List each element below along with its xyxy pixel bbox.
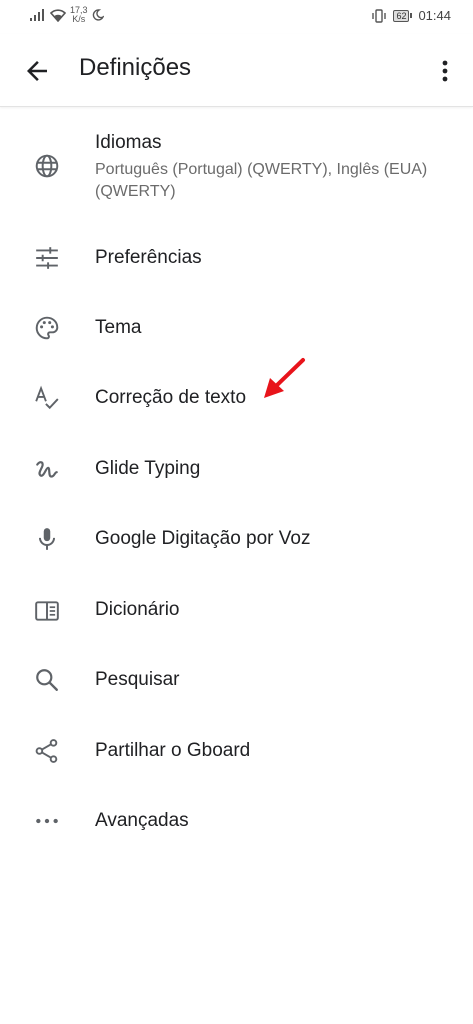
speed-unit: K/s [72,14,86,24]
tune-icon [36,247,58,269]
battery-indicator: 62 [393,9,413,22]
status-bar: 17,3 K/s 62 01:44 [0,0,473,34]
app-bar: Definições [0,34,473,107]
gesture-icon [36,461,58,478]
mic-icon [38,528,56,550]
vibrate-icon [372,8,387,23]
settings-list: Idiomas Português (Portugal) (QWERTY), I… [0,107,473,858]
settings-item-label: Correção de texto [95,387,247,408]
network-speed: 17,3 K/s [70,6,88,24]
settings-item-label: Idiomas [95,132,162,153]
book-icon [35,601,59,621]
battery-level: 62 [393,9,410,22]
back-button[interactable] [22,56,52,86]
settings-item-label: Avançadas [95,810,189,831]
settings-item-partilhar-o-gboard[interactable]: Partilhar o Gboard [0,717,473,787]
overflow-menu-button[interactable] [435,56,455,86]
settings-item-glide-typing[interactable]: Glide Typing [0,435,473,505]
settings-item-label: Dicionário [95,599,180,620]
clock: 01:44 [418,8,451,23]
settings-item-label: Preferências [95,247,202,268]
settings-item-label: Partilhar o Gboard [95,740,251,761]
settings-item-google-digitacao-por-voz[interactable]: Google Digitação por Voz [0,505,473,576]
page-title: Definições [79,54,192,81]
settings-item-label: Google Digitação por Voz [95,528,311,549]
globe-icon [35,154,59,178]
search-icon [36,669,58,691]
wifi-icon [50,8,66,22]
spellcheck-icon [35,385,59,410]
palette-icon [35,316,59,340]
signal-icon [30,9,44,21]
settings-item-label: Tema [95,317,142,338]
share-icon [35,739,58,763]
settings-item-preferencias[interactable]: Preferências [0,223,473,294]
settings-item-summary: Português (Portugal) (QWERTY), Inglês (E… [95,161,428,200]
settings-item-tema[interactable]: Tema [0,294,473,364]
arrow-back-icon [27,61,47,81]
settings-item-label: Glide Typing [95,458,201,479]
settings-item-label: Pesquisar [95,669,180,690]
more-vert-icon [442,60,448,82]
settings-item-correcao-de-texto[interactable]: Correção de texto [0,364,473,435]
more-horiz-icon [36,818,58,824]
settings-item-pesquisar[interactable]: Pesquisar [0,646,473,717]
settings-item-avancadas[interactable]: Avançadas [0,787,473,858]
settings-item-idiomas[interactable]: Idiomas Português (Portugal) (QWERTY), I… [0,107,473,223]
annotation-arrow-icon [264,358,305,398]
settings-item-dicionario[interactable]: Dicionário [0,576,473,646]
moon-icon [92,9,104,21]
